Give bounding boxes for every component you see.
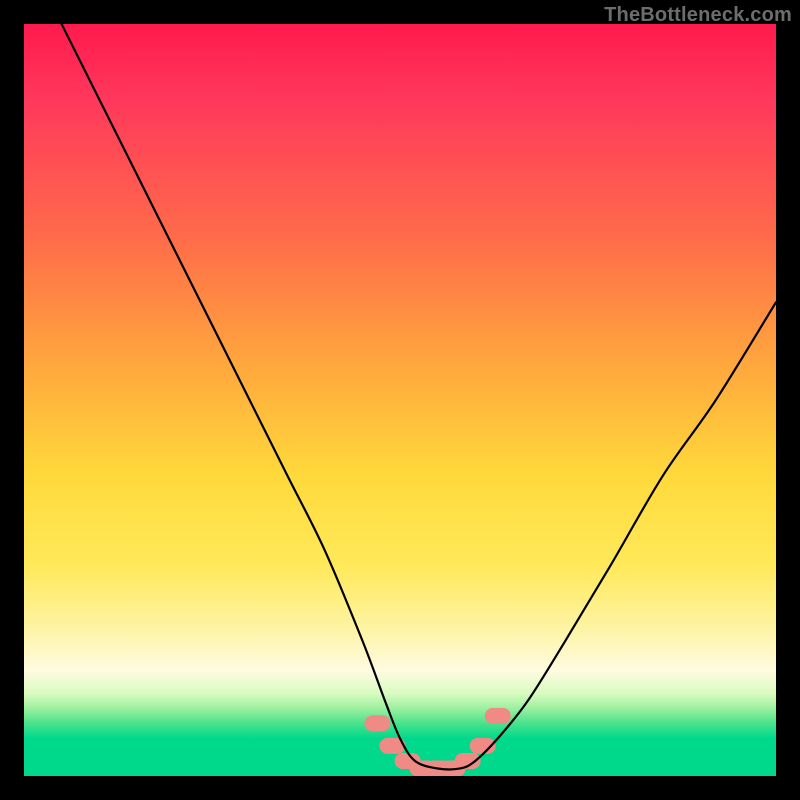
bottleneck-curve xyxy=(62,24,776,769)
sweet-spot-marker xyxy=(364,715,390,731)
sweet-spot-marker xyxy=(485,708,511,724)
chart-svg-layer xyxy=(24,24,776,776)
chart-frame xyxy=(24,24,776,776)
sweet-spot-markers xyxy=(364,708,510,776)
